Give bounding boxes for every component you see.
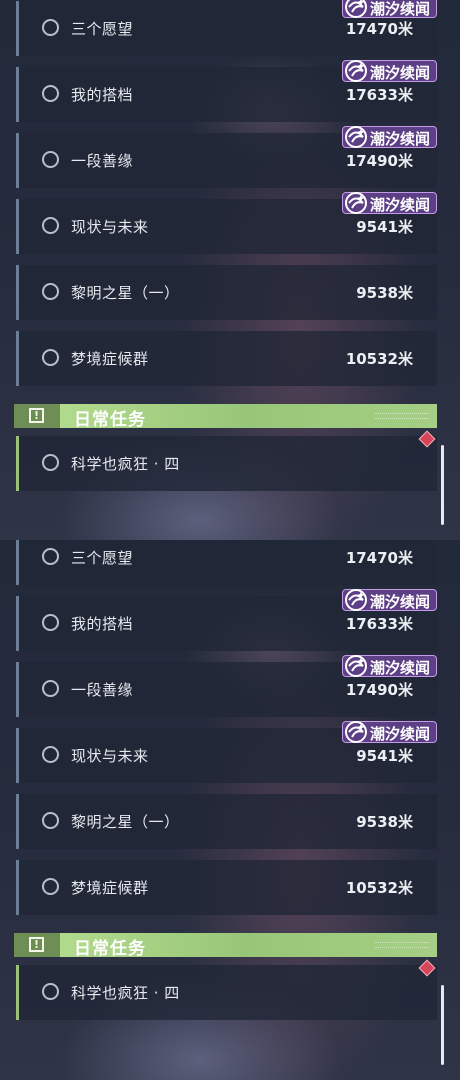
scrollbar-thumb[interactable]	[441, 985, 444, 1065]
quest-distance: 10532米	[345, 879, 413, 897]
quest-name: 黎明之星（一）	[71, 284, 180, 302]
quest-name: 梦境症候群	[71, 350, 149, 368]
quest-name: 一段善缘	[71, 681, 134, 699]
quest-item[interactable]: 黎明之星（一） 9538米	[16, 794, 437, 849]
tag-label: 潮汐续闻	[370, 725, 431, 743]
quest-distance: 10532米	[345, 350, 413, 368]
section-icon: !	[14, 933, 60, 957]
quest-list-panel-bottom: 三个愿望 17470米 我的搭档 17633米 潮汐续闻 一段善缘 17490米…	[0, 540, 460, 1080]
chaoxi-xuwen-tag: 潮汐续闻	[342, 589, 437, 611]
quest-radio-icon[interactable]	[42, 812, 59, 829]
section-title: 日常任务	[74, 939, 146, 959]
quest-distance: 9541米	[356, 747, 413, 765]
quest-distance: 17633米	[345, 86, 413, 104]
chaoxi-emblem-icon	[345, 589, 367, 611]
quest-list-panel-top: 三个愿望 17470米 潮汐续闻 我的搭档 17633米 潮汐续闻 一段善缘 1…	[0, 0, 460, 540]
chaoxi-xuwen-tag: 潮汐续闻	[342, 721, 437, 743]
quest-radio-icon[interactable]	[42, 614, 59, 631]
quest-name: 黎明之星（一）	[71, 813, 180, 831]
chaoxi-emblem-icon	[345, 60, 367, 82]
daily-quest-item[interactable]: 科学也疯狂 · 四	[16, 965, 437, 1020]
chaoxi-xuwen-tag: 潮汐续闻	[342, 126, 437, 148]
exclamation-icon: !	[29, 408, 44, 423]
quest-name: 现状与未来	[71, 747, 149, 765]
tag-label: 潮汐续闻	[370, 196, 431, 214]
quest-item[interactable]: 黎明之星（一） 9538米	[16, 265, 437, 320]
exclamation-icon: !	[29, 937, 44, 952]
quest-name: 现状与未来	[71, 218, 149, 236]
tag-label: 潮汐续闻	[370, 64, 431, 82]
quest-radio-icon[interactable]	[42, 454, 59, 471]
chaoxi-emblem-icon	[345, 655, 367, 677]
chaoxi-emblem-icon	[345, 192, 367, 214]
quest-name: 三个愿望	[71, 549, 134, 567]
section-title: 日常任务	[74, 410, 146, 430]
section-decoration	[375, 942, 429, 948]
quest-radio-icon[interactable]	[42, 19, 59, 36]
tag-label: 潮汐续闻	[370, 659, 431, 677]
tag-label: 潮汐续闻	[370, 593, 431, 611]
quest-name: 我的搭档	[71, 86, 134, 104]
quest-radio-icon[interactable]	[42, 85, 59, 102]
quest-distance: 9538米	[356, 813, 413, 831]
quest-radio-icon[interactable]	[42, 548, 59, 565]
daily-quests-header[interactable]: ! 日常任务	[14, 404, 437, 430]
quest-distance: 17633米	[345, 615, 413, 633]
quest-name: 一段善缘	[71, 152, 134, 170]
quest-item[interactable]: 梦境症候群 10532米	[16, 860, 437, 915]
quest-name: 科学也疯狂 · 四	[71, 984, 180, 1002]
tag-label: 潮汐续闻	[370, 0, 431, 18]
tag-label: 潮汐续闻	[370, 130, 431, 148]
quest-name: 我的搭档	[71, 615, 134, 633]
chaoxi-emblem-icon	[345, 126, 367, 148]
quest-radio-icon[interactable]	[42, 680, 59, 697]
chaoxi-emblem-icon	[345, 721, 367, 743]
section-icon: !	[14, 404, 60, 428]
quest-radio-icon[interactable]	[42, 746, 59, 763]
quest-name: 梦境症候群	[71, 879, 149, 897]
quest-name: 科学也疯狂 · 四	[71, 455, 180, 473]
chaoxi-xuwen-tag: 潮汐续闻	[342, 0, 437, 18]
quest-item[interactable]: 三个愿望 17470米	[16, 540, 437, 585]
quest-name: 三个愿望	[71, 20, 134, 38]
quest-item[interactable]: 梦境症候群 10532米	[16, 331, 437, 386]
quest-radio-icon[interactable]	[42, 151, 59, 168]
quest-distance: 17470米	[345, 20, 413, 38]
quest-radio-icon[interactable]	[42, 878, 59, 895]
quest-radio-icon[interactable]	[42, 283, 59, 300]
chaoxi-emblem-icon	[345, 0, 367, 18]
quest-distance: 17470米	[345, 549, 413, 567]
section-decoration	[375, 413, 429, 419]
daily-quest-item[interactable]: 科学也疯狂 · 四	[16, 436, 437, 491]
quest-distance: 9541米	[356, 218, 413, 236]
daily-quests-header[interactable]: ! 日常任务	[14, 933, 437, 959]
scrollbar-thumb[interactable]	[441, 445, 444, 525]
chaoxi-xuwen-tag: 潮汐续闻	[342, 655, 437, 677]
quest-distance: 17490米	[345, 152, 413, 170]
quest-radio-icon[interactable]	[42, 983, 59, 1000]
quest-distance: 17490米	[345, 681, 413, 699]
quest-radio-icon[interactable]	[42, 349, 59, 366]
chaoxi-xuwen-tag: 潮汐续闻	[342, 192, 437, 214]
chaoxi-xuwen-tag: 潮汐续闻	[342, 60, 437, 82]
quest-distance: 9538米	[356, 284, 413, 302]
quest-radio-icon[interactable]	[42, 217, 59, 234]
